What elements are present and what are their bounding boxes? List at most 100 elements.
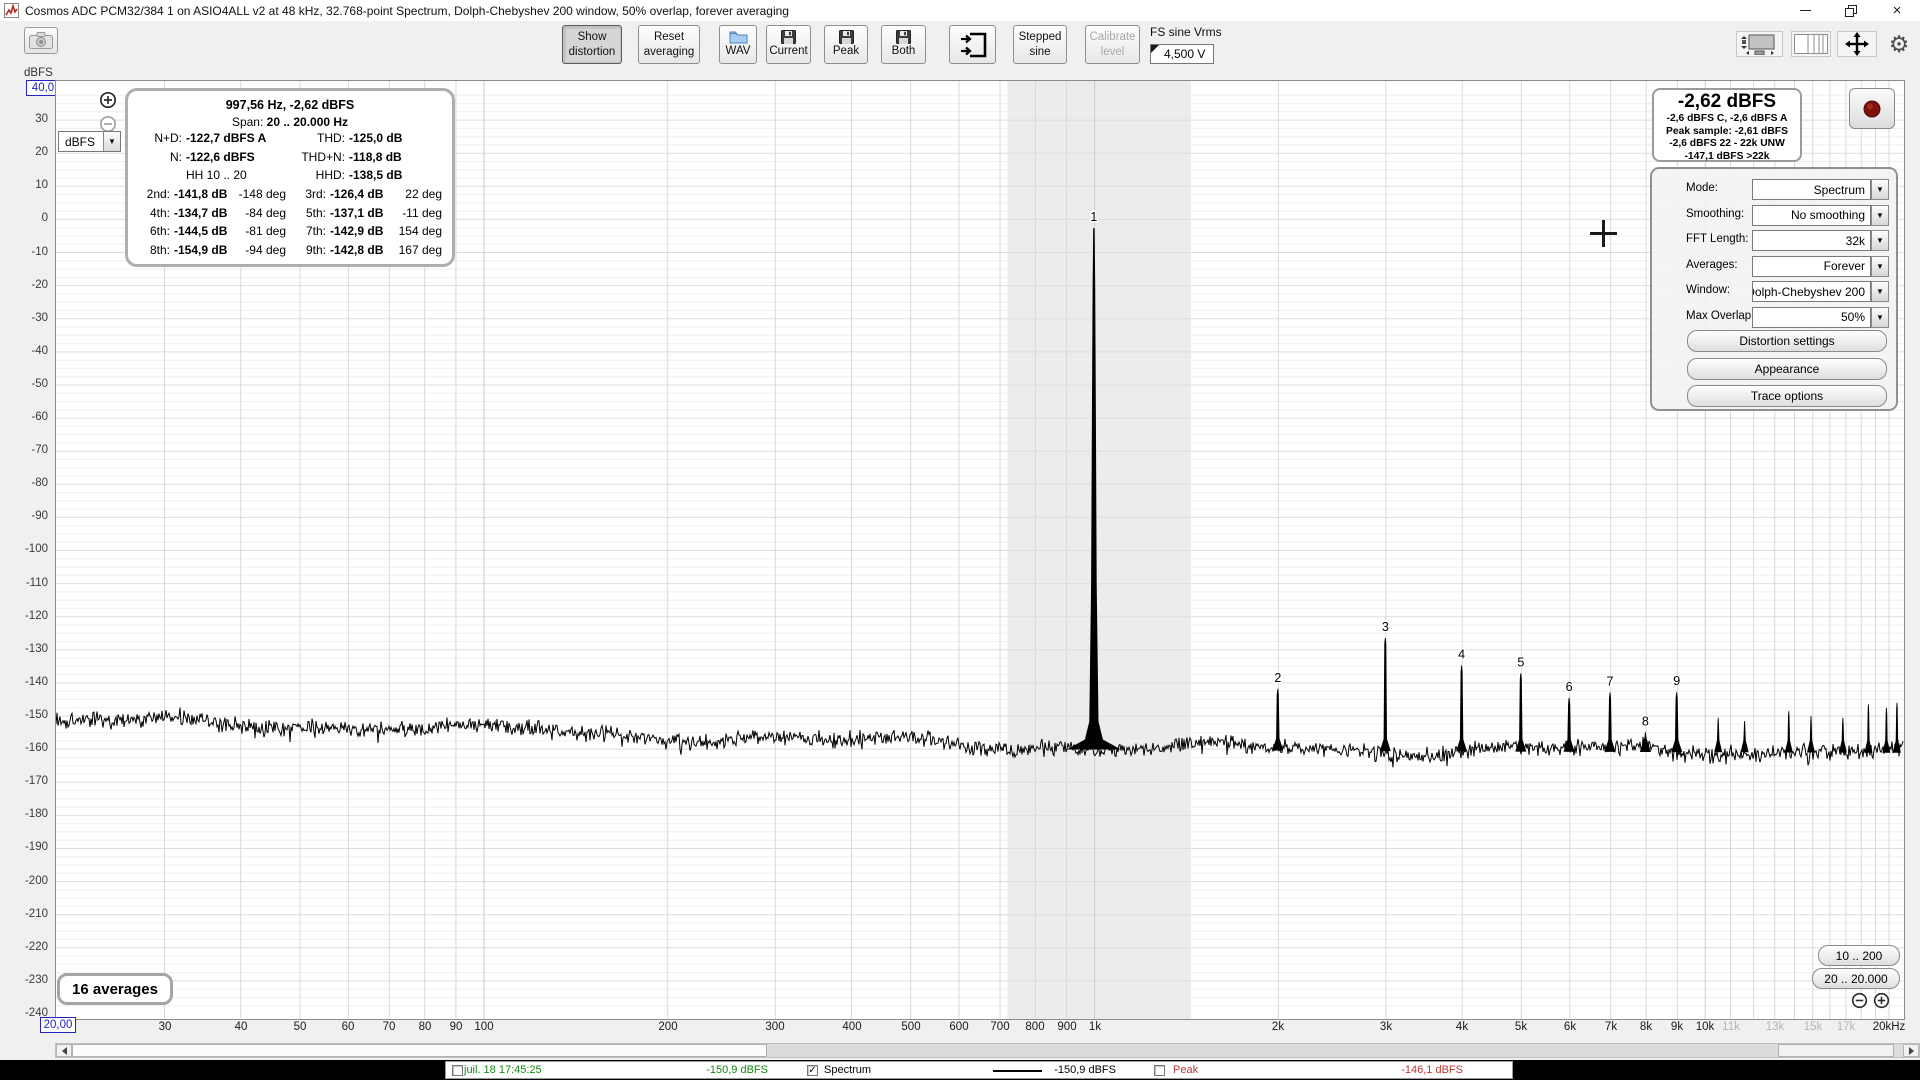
record-led-icon	[1862, 99, 1882, 119]
x-axis-label: 4k	[1456, 1021, 1468, 1033]
floppy-disk-icon	[839, 30, 854, 44]
stepped-sine-button[interactable]: Stepped sine	[1013, 25, 1067, 64]
chevron-down-icon[interactable]: ▼	[1871, 179, 1889, 200]
save-both-button[interactable]: Both	[881, 25, 926, 64]
scrollbar-segment[interactable]	[1778, 1044, 1894, 1057]
settings-gear-button[interactable]: ⚙	[1883, 31, 1915, 57]
close-button[interactable]: ×	[1874, 0, 1920, 21]
scrollbar-thumb[interactable]	[72, 1044, 767, 1057]
x-axis-label: 40	[235, 1021, 248, 1033]
legend-checkbox-spectrum[interactable]: ✓	[807, 1065, 818, 1076]
app-icon	[4, 3, 19, 18]
max-overlap-dropdown[interactable]: 50%	[1752, 307, 1871, 328]
y-axis-label: -10	[0, 246, 48, 258]
window-row: Window:Dolph-Chebyshev 200▼	[1652, 281, 1896, 302]
harmonic-label: 9	[1673, 674, 1680, 688]
show-distortion-button[interactable]: Show distortion	[562, 25, 622, 64]
distortion-settings-button[interactable]: Distortion settings	[1687, 330, 1887, 352]
harmonic-label: 4	[1458, 647, 1465, 661]
legend-label: juil. 18 17:45:25	[464, 1064, 542, 1076]
horizontal-scrollbar[interactable]	[55, 1043, 1920, 1058]
legend-checkbox-peak[interactable]	[1154, 1065, 1165, 1076]
screenshot-button[interactable]	[24, 27, 58, 54]
averages-dropdown[interactable]: Forever	[1752, 256, 1871, 277]
averages-counter: 16 averages	[57, 973, 173, 1005]
x-axis-label: 1k	[1089, 1021, 1101, 1033]
chevron-down-icon[interactable]: ▼	[1871, 256, 1889, 277]
reset-averaging-button[interactable]: Reset averaging	[638, 25, 700, 64]
save-peak-button[interactable]: Peak	[824, 25, 868, 64]
y-axis-label: -50	[0, 378, 48, 390]
y-axis-label: 10	[0, 179, 48, 191]
x-axis-label: 80	[419, 1021, 432, 1033]
minimize-button[interactable]	[1782, 0, 1828, 21]
level-readout-line: -2,6 dBFS 22 - 22k UNW	[1654, 138, 1800, 151]
x-axis-label: 9k	[1671, 1021, 1683, 1033]
harmonic-measurement-row: 6th:-144,5 dB-81 deg7th:-142,9 dB154 deg	[138, 222, 442, 241]
fft-length-dropdown[interactable]: 32k	[1752, 230, 1871, 251]
scroll-right-button[interactable]	[1903, 1044, 1919, 1057]
restore-button[interactable]	[1828, 0, 1874, 21]
x-axis-label: 90	[450, 1021, 463, 1033]
gear-icon: ⚙	[1889, 33, 1910, 56]
mode-dropdown[interactable]: Spectrum	[1752, 179, 1871, 200]
y-axis-unit-label: dBFS	[24, 67, 53, 79]
record-button[interactable]	[1849, 88, 1895, 129]
screen-layout-button[interactable]	[1736, 31, 1783, 57]
x-axis-label: 8k	[1640, 1021, 1652, 1033]
legend-checkbox-juil-18-17-45-25[interactable]	[452, 1065, 463, 1076]
zoom-in-x-icon[interactable]	[1873, 992, 1891, 1010]
x-axis-label: 60	[342, 1021, 355, 1033]
y-axis-label: -180	[0, 808, 48, 820]
signal-routing-icon	[958, 30, 988, 60]
appearance-button[interactable]: Appearance	[1687, 358, 1887, 380]
range-20-20000-button[interactable]: 20 .. 20.000	[1812, 968, 1900, 989]
legend-label: Spectrum	[824, 1064, 871, 1076]
y-axis-label: -30	[0, 312, 48, 324]
x-axis-label: 70	[383, 1021, 396, 1033]
calibrate-level-button[interactable]: Calibrate level	[1085, 25, 1140, 64]
harmonic-measurement-row: 2nd:-141,8 dB-148 deg3rd:-126,4 dB22 deg	[138, 185, 442, 204]
scroll-left-button[interactable]	[56, 1044, 72, 1057]
chevron-down-icon: ▼	[103, 132, 120, 151]
range-10-200-button[interactable]: 10 .. 200	[1818, 945, 1900, 966]
fs-sine-vrms-label: FS sine Vrms	[1150, 25, 1222, 39]
harmonic-measurement-row: 4th:-134,7 dB-84 deg5th:-137,1 dB-11 deg	[138, 203, 442, 222]
y-axis-label: 30	[0, 113, 48, 125]
zoom-in-y-icon[interactable]	[99, 91, 117, 109]
max-overlap-row: Max Overlap:50%▼	[1652, 307, 1896, 328]
chevron-down-icon[interactable]: ▼	[1871, 307, 1889, 328]
y-axis-label: -40	[0, 345, 48, 357]
trace-options-button[interactable]: Trace options	[1687, 385, 1887, 407]
save-current-button[interactable]: Current	[766, 25, 811, 64]
y-axis-label: 0	[0, 212, 48, 224]
x-axis-label: 20kHz	[1873, 1021, 1906, 1033]
window-dropdown[interactable]: Dolph-Chebyshev 200	[1752, 281, 1871, 302]
y-axis-label: -200	[0, 875, 48, 887]
loopback-routing-button[interactable]	[949, 25, 996, 64]
chevron-down-icon[interactable]: ▼	[1871, 205, 1889, 226]
legend-label: Peak	[1173, 1064, 1198, 1076]
zoom-out-x-icon[interactable]	[1851, 992, 1869, 1010]
fs-sine-vrms-input[interactable]: 4,500 V	[1150, 44, 1214, 64]
x-axis-label: 500	[901, 1021, 920, 1033]
fft-length-label: FFT Length:	[1686, 233, 1748, 245]
load-wav-button[interactable]: WAV	[719, 25, 757, 64]
x-axis-min-box[interactable]: 20,00	[40, 1017, 76, 1033]
fft-length-row: FFT Length: 32k▼	[1652, 230, 1896, 251]
floppy-disk-icon	[896, 30, 911, 44]
panel-columns-icon	[1794, 34, 1828, 54]
chevron-down-icon[interactable]: ▼	[1871, 281, 1889, 302]
y-scale-combo[interactable]: dBFS ▼	[58, 131, 121, 152]
chevron-down-icon[interactable]: ▼	[1871, 230, 1889, 251]
panel-columns-button[interactable]	[1791, 31, 1831, 57]
harmonic-label: 3	[1382, 620, 1389, 634]
triangle-left-icon	[58, 1047, 67, 1055]
pan-arrows-button[interactable]	[1837, 31, 1877, 57]
smoothing-dropdown[interactable]: No smoothing	[1752, 205, 1871, 226]
y-axis-label: -210	[0, 908, 48, 920]
x-axis-label: 800	[1025, 1021, 1044, 1033]
status-bar: juil. 18 17:45:25-150,9 dBFS✓Spectrum-15…	[0, 1060, 1920, 1080]
x-axis-label: 400	[842, 1021, 861, 1033]
harmonic-label: 7	[1607, 675, 1614, 689]
